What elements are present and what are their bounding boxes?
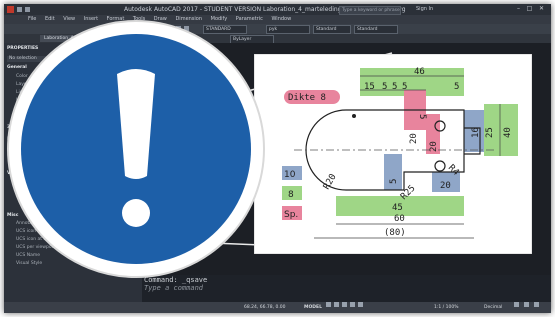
status-bar: 68.24, 66.78, 0.00 MODEL 1:1 / 100% Deci… (4, 302, 551, 313)
settings-icon[interactable] (514, 302, 519, 307)
dim-5b: 5 (392, 82, 397, 92)
legend-label-sp: Sp. (284, 210, 298, 220)
overlay-drawing: Dikte 8 46 15 5 5 5 5 5 20 20 16 25 40 R… (254, 54, 532, 254)
close-button[interactable]: ✕ (537, 5, 546, 13)
app-logo-icon[interactable] (7, 6, 14, 13)
dim-20-blue: 20 (440, 181, 451, 191)
dim-60: 60 (394, 214, 405, 224)
dim-40: 40 (503, 127, 513, 138)
model-button[interactable]: MODEL (304, 302, 322, 313)
dim-5d: 5 (417, 114, 427, 119)
grid-icon[interactable] (326, 302, 331, 307)
title-bar: Autodesk AutoCAD 2017 - STUDENT VERSION … (4, 4, 551, 15)
dim-5-right: 5 (454, 82, 459, 92)
dim-25: 25 (485, 127, 495, 138)
quick-access-icon[interactable] (25, 7, 30, 12)
dim-16: 16 (471, 127, 481, 138)
legend-label-10: 10 (284, 170, 296, 180)
center-mark (352, 114, 356, 118)
dim-15: 15 (364, 82, 375, 92)
dim-style-select[interactable]: Standard (313, 25, 351, 34)
sign-in-button[interactable]: Sign In (416, 4, 433, 15)
ortho-icon[interactable] (342, 302, 347, 307)
menu-window[interactable]: Window (271, 16, 291, 22)
units-select[interactable]: Decimal (484, 302, 502, 313)
legend-label-8: 8 (288, 190, 294, 200)
label-dikte: Dikte 8 (288, 93, 326, 103)
dim-46: 46 (414, 67, 425, 77)
snap-icon[interactable] (334, 302, 339, 307)
polar-icon[interactable] (350, 302, 355, 307)
table-style-select[interactable]: Standard (354, 25, 398, 34)
dim-20-pink: 20 (409, 133, 419, 144)
dim-5a: 5 (382, 82, 387, 92)
coordinate-readout: 68.24, 66.78, 0.00 (244, 305, 286, 310)
exclamation-circle-icon (7, 20, 265, 278)
command-input[interactable]: Type a command (144, 284, 394, 292)
dim-5c: 5 (402, 82, 407, 92)
dim-45: 45 (392, 203, 403, 213)
annotation-scale[interactable]: 1:1 / 100% (434, 302, 458, 313)
fullscreen-icon[interactable] (524, 302, 529, 307)
search-input[interactable]: Type a keyword or phrase (339, 6, 401, 15)
osnap-icon[interactable] (358, 302, 363, 307)
layer-name-select[interactable]: pyk (266, 25, 310, 34)
dim-20-pink2: 20 (429, 141, 439, 152)
menu-icon[interactable] (534, 302, 539, 307)
maximize-button[interactable]: □ (525, 5, 534, 13)
minimize-button[interactable]: – (514, 5, 523, 13)
dim-r5: 5 (389, 179, 399, 184)
quick-access-icon[interactable] (17, 7, 22, 12)
dim-80: (80) (384, 228, 406, 238)
